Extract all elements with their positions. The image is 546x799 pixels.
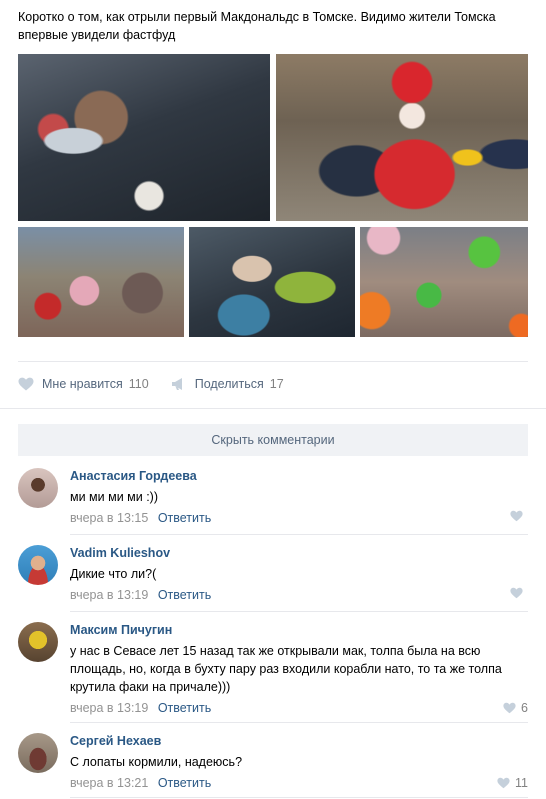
comment-like-button[interactable]: 11 <box>497 775 528 791</box>
share-button[interactable]: Поделиться 17 <box>171 377 284 391</box>
reply-link[interactable]: Ответить <box>158 701 211 715</box>
post-text: Коротко о том, как отрыли первый Макдона… <box>18 10 496 42</box>
comment-author[interactable]: Сергей Нехаев <box>70 733 528 749</box>
divider <box>0 408 546 409</box>
heart-icon <box>497 777 510 789</box>
divider <box>70 611 528 612</box>
comment-text: ми ми ми ми :)) <box>70 490 158 504</box>
like-count: 110 <box>128 377 149 391</box>
comment-like-button[interactable] <box>510 510 528 522</box>
comment-meta: вчера в 13:15 Ответить <box>70 510 528 526</box>
heart-icon <box>510 587 523 599</box>
post-photo-4[interactable] <box>189 227 355 337</box>
comment-body: Анастасия Гордеева ми ми ми ми :)) вчера… <box>70 468 528 526</box>
comment-author[interactable]: Vadim Kulieshov <box>70 545 528 561</box>
heart-icon <box>503 702 516 714</box>
heart-icon <box>510 510 523 522</box>
post-photo-1[interactable] <box>18 54 270 221</box>
comment-text: Дикие что ли?( <box>70 567 157 581</box>
avatar[interactable] <box>18 468 58 508</box>
heart-icon <box>18 377 34 391</box>
comment-body: Сергей Нехаев С лопаты кормили, надеюсь?… <box>70 733 528 791</box>
comment-text: у нас в Севасе лет 15 назад так же откры… <box>70 644 502 694</box>
comment-meta: вчера в 13:21 Ответить 11 <box>70 775 528 791</box>
comment: Vadim Kulieshov Дикие что ли?( вчера в 1… <box>18 545 528 605</box>
comment-meta: вчера в 13:19 Ответить 6 <box>70 700 528 716</box>
reply-link[interactable]: Ответить <box>158 588 211 602</box>
comment-body: Vadim Kulieshov Дикие что ли?( вчера в 1… <box>70 545 528 603</box>
divider <box>18 361 528 362</box>
comment: Анастасия Гордеева ми ми ми ми :)) вчера… <box>18 468 528 528</box>
comment-time[interactable]: вчера в 13:21 <box>70 776 148 790</box>
comment-author[interactable]: Анастасия Гордеева <box>70 468 528 484</box>
comment: Максим Пичугин у нас в Севасе лет 15 наз… <box>18 622 528 718</box>
avatar[interactable] <box>18 733 58 773</box>
reply-link[interactable]: Ответить <box>158 511 211 525</box>
comment-author[interactable]: Максим Пичугин <box>70 622 528 638</box>
avatar[interactable] <box>18 622 58 662</box>
divider <box>70 722 528 723</box>
avatar[interactable] <box>18 545 58 585</box>
comment-like-button[interactable] <box>510 587 528 599</box>
comment-time[interactable]: вчера в 13:19 <box>70 701 148 715</box>
comment-time[interactable]: вчера в 13:15 <box>70 511 148 525</box>
comment-time[interactable]: вчера в 13:19 <box>70 588 148 602</box>
reply-link[interactable]: Ответить <box>158 776 211 790</box>
comment-like-count: 6 <box>521 701 528 715</box>
megaphone-icon <box>171 378 182 390</box>
hide-comments-button[interactable]: Скрыть комментарии <box>18 424 528 456</box>
share-label: Поделиться <box>194 377 264 391</box>
comment-body: Максим Пичугин у нас в Севасе лет 15 наз… <box>70 622 528 716</box>
like-button[interactable]: Мне нравится 110 <box>18 377 149 391</box>
comment: Сергей Нехаев С лопаты кормили, надеюсь?… <box>18 733 528 793</box>
comment-like-button[interactable]: 6 <box>503 700 528 716</box>
comment-like-count: 11 <box>515 776 528 790</box>
divider <box>70 534 528 535</box>
comment-text: С лопаты кормили, надеюсь? <box>70 755 243 769</box>
post-photo-2[interactable] <box>276 54 528 221</box>
post-actions: Мне нравится 110 Поделиться 17 <box>18 374 306 394</box>
share-count: 17 <box>269 377 284 391</box>
post-photo-3[interactable] <box>18 227 184 337</box>
divider <box>70 797 528 798</box>
comment-meta: вчера в 13:19 Ответить <box>70 587 528 603</box>
post-photo-5[interactable] <box>360 227 528 337</box>
like-label: Мне нравится <box>42 377 123 391</box>
